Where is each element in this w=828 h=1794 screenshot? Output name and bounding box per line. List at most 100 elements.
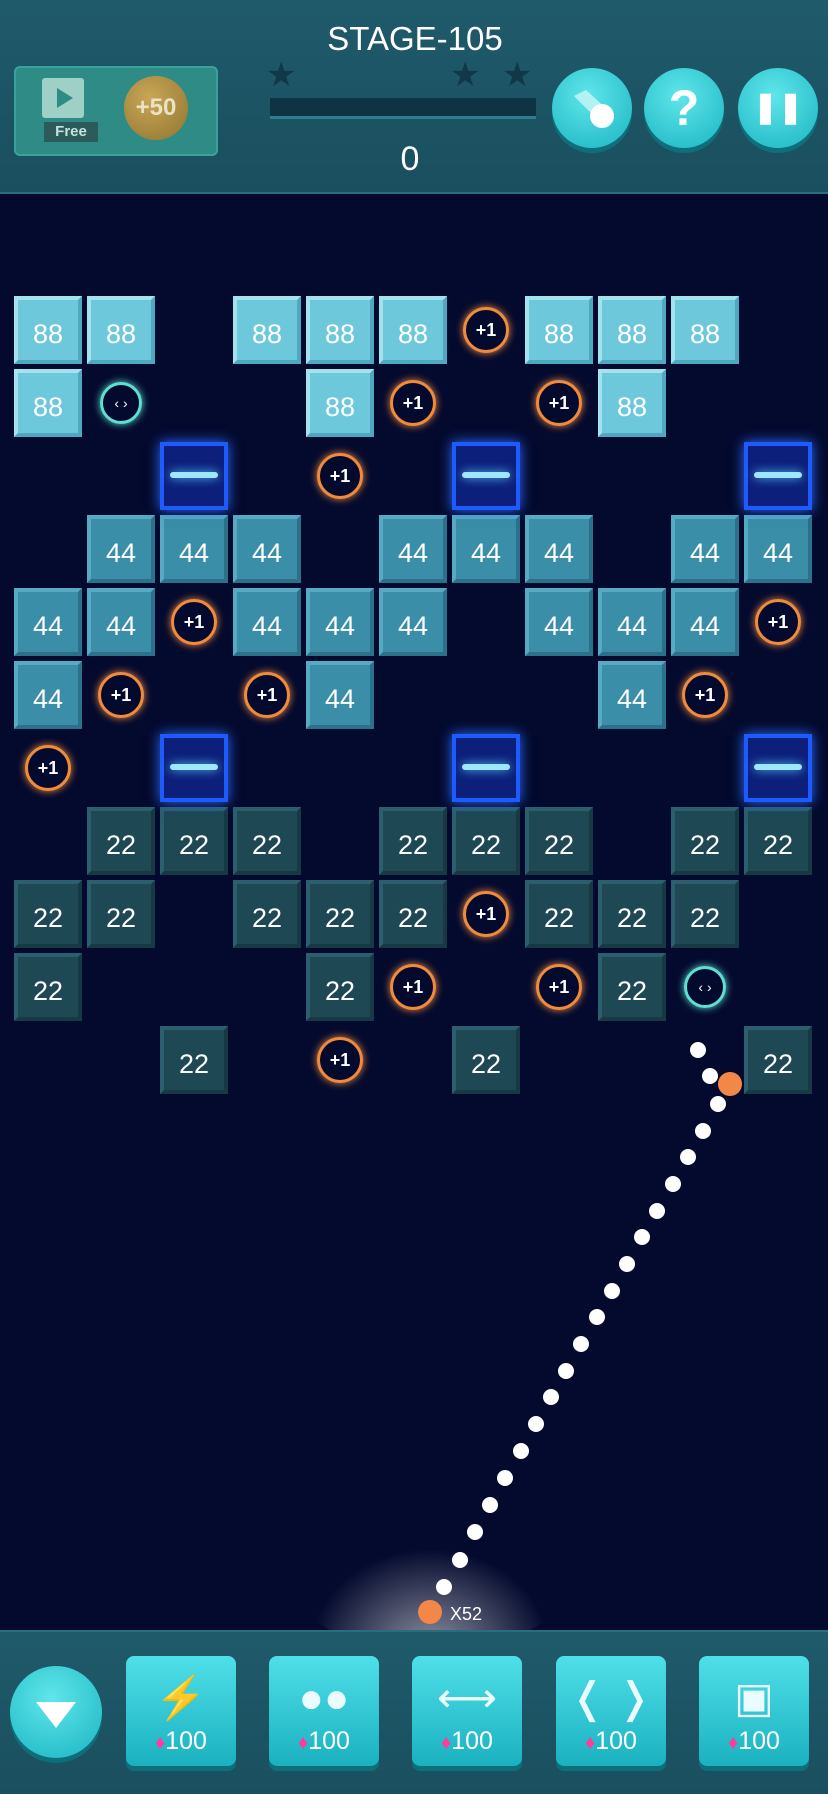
collapse-button[interactable] — [10, 1666, 102, 1758]
free-bonus-video-button[interactable]: Free +50 — [14, 66, 218, 156]
aim-trajectory-dot — [436, 1579, 452, 1595]
brick: 22 — [525, 807, 593, 875]
brick: 44 — [379, 588, 447, 656]
aim-trajectory-dot — [690, 1042, 706, 1058]
multi-ball-powerup-button[interactable]: ●● ♦100 — [269, 1656, 379, 1766]
brick: 22 — [14, 953, 82, 1021]
brick: 88 — [306, 296, 374, 364]
brick: 44 — [87, 515, 155, 583]
extra-ball-pickup: +1 — [463, 891, 509, 937]
powerup-price: ♦100 — [298, 1727, 350, 1755]
gem-icon: ♦ — [728, 1732, 739, 1754]
extra-ball-pickup: +1 — [390, 964, 436, 1010]
brick: 44 — [525, 515, 593, 583]
aim-trajectory-dot — [589, 1309, 605, 1325]
side-walls-powerup-button[interactable]: ❬ ❭ ♦100 — [556, 1656, 666, 1766]
gem-icon: ♦ — [298, 1732, 309, 1754]
aim-trajectory-dot — [710, 1096, 726, 1112]
brick: 22 — [744, 807, 812, 875]
stage-title: STAGE-105 — [327, 20, 503, 57]
brick: 22 — [598, 880, 666, 948]
ball-impact-marker — [718, 1072, 742, 1096]
powerup-price: ♦100 — [155, 1727, 207, 1755]
extra-ball-pickup: +1 — [536, 964, 582, 1010]
powerup-toolbar: ⚡ ♦100 ●● ♦100 ⟷ ♦100 ❬ ❭ ♦100 ▣ ♦100 — [0, 1630, 828, 1794]
aim-trajectory-dot — [634, 1229, 650, 1245]
ball-skin-button[interactable] — [552, 68, 632, 148]
aim-trajectory-dot — [619, 1256, 635, 1272]
aim-trajectory-dot — [702, 1068, 718, 1084]
extra-ball-pickup: +1 — [463, 307, 509, 353]
gem-icon: ♦ — [585, 1732, 596, 1754]
break-brick-powerup-button[interactable]: ⚡ ♦100 — [126, 1656, 236, 1766]
gem-icon: ♦ — [441, 1732, 452, 1754]
brick: 88 — [671, 296, 739, 364]
brick: 22 — [671, 807, 739, 875]
aim-trajectory-dot — [558, 1363, 574, 1379]
powerup-price: ♦100 — [585, 1727, 637, 1755]
brick: 88 — [525, 296, 593, 364]
top-bar: Free +50 STAGE-105 ★ ★ ★ 0 ? ❚❚ — [0, 0, 828, 194]
extra-ball-pickup: +1 — [317, 453, 363, 499]
multi-ball-icon: ●● — [298, 1674, 350, 1721]
brick: 88 — [14, 296, 82, 364]
bottom-wall-powerup-button[interactable]: ▣ ♦100 — [699, 1656, 809, 1766]
brick: 44 — [379, 515, 447, 583]
game-board[interactable]: 88 88 88 88 88 88 88 88 88 88 88 44 44 44 44 44 44 44 44 44… — [0, 194, 828, 1630]
help-button[interactable]: ? — [644, 68, 724, 148]
brick: 44 — [525, 588, 593, 656]
brick: 44 — [671, 515, 739, 583]
brick: 88 — [598, 369, 666, 437]
brick: 22 — [87, 807, 155, 875]
star-icon: ★ — [450, 56, 481, 94]
score: 0 — [400, 140, 420, 178]
brick: 22 — [525, 880, 593, 948]
extra-ball-pickup: +1 — [98, 672, 144, 718]
brick: 88 — [306, 369, 374, 437]
aim-trajectory-dot — [543, 1389, 559, 1405]
horizontal-laser-icon: ⟷ — [436, 1674, 498, 1721]
brick: 44 — [598, 588, 666, 656]
aim-trajectory-dot — [452, 1552, 468, 1568]
bonus-coin-badge: +50 — [124, 76, 188, 140]
bottom-wall-icon: ▣ — [734, 1674, 774, 1721]
brick: 44 — [306, 661, 374, 729]
progress-bar — [270, 98, 536, 119]
brick: 44 — [160, 515, 228, 583]
aim-trajectory-dot — [482, 1497, 498, 1513]
horizontal-laser-powerup-button[interactable]: ⟷ ♦100 — [412, 1656, 522, 1766]
brick: 44 — [14, 661, 82, 729]
extra-ball-pickup: +1 — [171, 599, 217, 645]
brick: 44 — [598, 661, 666, 729]
aim-trajectory-dot — [665, 1176, 681, 1192]
pause-button[interactable]: ❚❚ — [738, 68, 818, 148]
laser-block-icon — [744, 734, 812, 802]
brick: 44 — [233, 515, 301, 583]
aim-trajectory-dot — [573, 1336, 589, 1352]
launcher-ball — [418, 1600, 442, 1624]
extra-ball-pickup: +1 — [390, 380, 436, 426]
brick: 44 — [744, 515, 812, 583]
extra-ball-pickup: +1 — [317, 1037, 363, 1083]
video-icon — [42, 78, 84, 118]
laser-block-icon — [160, 442, 228, 510]
brick: 22 — [233, 880, 301, 948]
aim-trajectory-dot — [604, 1283, 620, 1299]
brick: 44 — [14, 588, 82, 656]
brick: 22 — [452, 1026, 520, 1094]
spread-pickup-icon: ‹ › — [684, 966, 726, 1008]
extra-ball-pickup: +1 — [536, 380, 582, 426]
aim-trajectory-dot — [680, 1149, 696, 1165]
extra-ball-pickup: +1 — [244, 672, 290, 718]
star-icon: ★ — [266, 56, 297, 94]
aim-trajectory-dot — [513, 1443, 529, 1459]
laser-block-icon — [160, 734, 228, 802]
gem-icon: ♦ — [155, 1732, 166, 1754]
extra-ball-pickup: +1 — [25, 745, 71, 791]
aim-trajectory-dot — [649, 1203, 665, 1219]
ball-count: X52 — [450, 1604, 483, 1624]
brick: 44 — [306, 588, 374, 656]
side-walls-icon: ❬ ❭ — [569, 1674, 653, 1721]
brick: 22 — [671, 880, 739, 948]
laser-block-icon — [452, 442, 520, 510]
